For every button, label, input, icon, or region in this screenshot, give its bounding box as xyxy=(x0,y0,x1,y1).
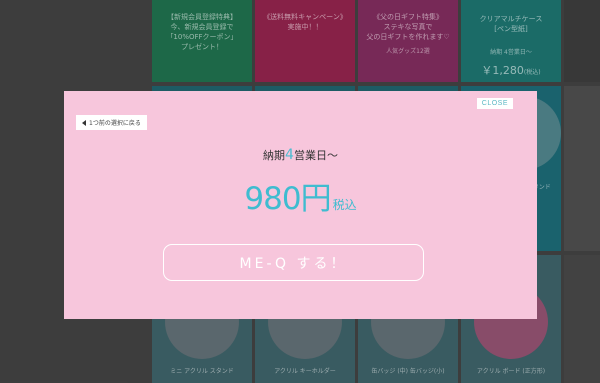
tax-label: 税込 xyxy=(332,198,357,212)
price-value: 980円 xyxy=(244,181,331,217)
delivery-prefix: 納期 xyxy=(263,149,286,162)
price-display: 980円 税込 xyxy=(64,173,537,218)
back-button-label: 1つ前の選択に戻る xyxy=(89,120,141,127)
delivery-suffix: 営業日〜 xyxy=(293,149,338,162)
back-to-previous-button[interactable]: 1つ前の選択に戻る xyxy=(76,115,147,130)
back-arrow-icon xyxy=(82,119,86,126)
delivery-days: 4 xyxy=(285,147,294,163)
price-modal: 1つ前の選択に戻る CLOSE 納期4営業日〜 980円 税込 ME-Q する！ xyxy=(64,91,537,319)
delivery-time: 納期4営業日〜 xyxy=(64,147,537,163)
me-q-button[interactable]: ME-Q する！ xyxy=(163,244,424,281)
close-button[interactable]: CLOSE xyxy=(476,98,513,109)
